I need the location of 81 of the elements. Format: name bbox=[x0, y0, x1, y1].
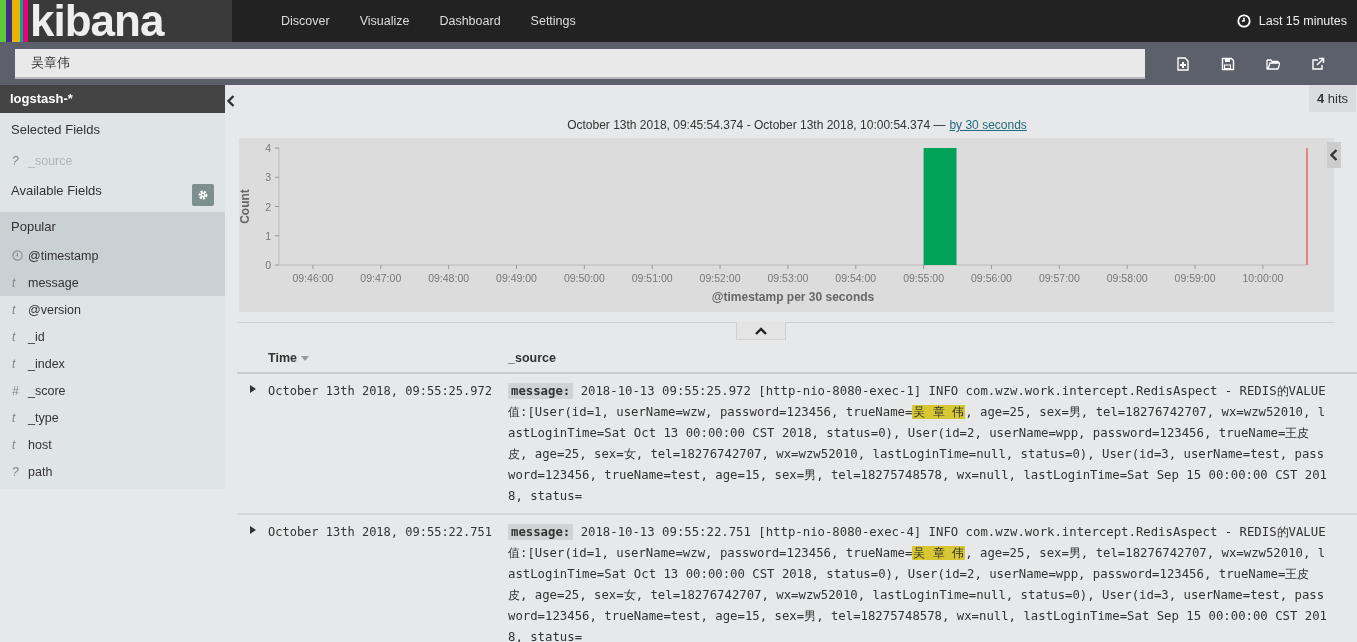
settings-button[interactable] bbox=[192, 184, 214, 206]
field-type-glyph: ? bbox=[12, 464, 20, 479]
x-axis-title: @timestamp per 30 seconds bbox=[711, 290, 875, 304]
field-type-glyph: t bbox=[12, 437, 17, 452]
section-title: Selected Fields bbox=[10, 121, 101, 139]
y-tick-label: 2 bbox=[265, 200, 271, 213]
x-tick-label: 09:57:00 bbox=[1038, 272, 1080, 284]
nav-link[interactable]: Visualize bbox=[344, 0, 425, 42]
x-tick-label: 09:55:00 bbox=[903, 272, 945, 284]
kibana-logo[interactable]: kibana bbox=[0, 0, 232, 42]
search-highlight: 吴 章 伟 bbox=[912, 546, 966, 560]
share-icon bbox=[1311, 56, 1325, 71]
y-tick-label: 4 bbox=[265, 142, 271, 154]
settings-icon bbox=[197, 189, 209, 201]
x-tick-label: 09:51:00 bbox=[631, 272, 673, 284]
x-tick-label: 09:54:00 bbox=[835, 272, 877, 284]
y-tick-label: 1 bbox=[265, 229, 271, 242]
field-item[interactable]: t _id bbox=[0, 323, 225, 350]
collapse-chart-button[interactable] bbox=[736, 322, 786, 340]
collapse-button[interactable] bbox=[1327, 142, 1341, 168]
search-field[interactable]: 吴章伟 bbox=[15, 48, 1145, 79]
sort-icon bbox=[300, 355, 309, 361]
column-header[interactable]: _source bbox=[508, 351, 1357, 365]
logo-stripes-icon bbox=[0, 0, 28, 42]
x-tick-label: 09:53:00 bbox=[767, 272, 809, 284]
folder-icon bbox=[1266, 56, 1280, 71]
interval-link[interactable]: by 30 seconds bbox=[949, 118, 1027, 132]
field-type-glyph: t bbox=[12, 302, 17, 317]
field-type-glyph: t bbox=[12, 410, 17, 425]
time-cell-text: October 13th 2018, 09:55:22.751 bbox=[268, 524, 493, 541]
time-picker[interactable]: Last 15 minutes bbox=[1236, 14, 1347, 28]
time-cell-text: October 13th 2018, 09:55:25.972 bbox=[268, 383, 493, 400]
source-cell-text: message: 2018-10-13 09:55:22.751 [http-nio-8080-exec-4] INFO com.wzw.work.intercept.RedisAspect - REDIS的VALUE值:[User(id=1, userName=wzw, password=123456, trueName=吴 章 伟, age=25, sex=男, tel=18276742707, wx=wzw52010, lastLoginTime=Sat Oct 13 00:00:00 CST 2018, status=0), User(id=2, userName=wpp, password=123456, trueName=王皮皮, age=25, sex=女, tel=18276742707, wx=wzw52010, lastLoginTime=null, status=0), User(id=3, userName=test, password=123456, trueName=test, age=15, sex=男, tel=18275748578, wx=null, lastLoginTime=Sat Sep 15 00:00:00 CST 2018, status= bbox=[508, 523, 1328, 642]
x-tick-label: 09:47:00 bbox=[360, 272, 402, 284]
field-type-glyph: t bbox=[12, 356, 17, 371]
chevron-icon bbox=[1330, 149, 1338, 161]
field-type-glyph: t bbox=[12, 275, 17, 290]
field-type-glyph: ? bbox=[12, 153, 20, 168]
x-tick-label: 09:49:00 bbox=[496, 272, 537, 284]
x-tick-label: 09:46:00 bbox=[292, 272, 334, 284]
field-label: message: bbox=[508, 524, 574, 540]
column-header[interactable]: Time bbox=[268, 351, 508, 365]
source-cell-text: message: 2018-10-13 09:55:25.972 [http-nio-8080-exec-1] INFO com.wzw.work.intercept.RedisAspect - REDIS的VALUE值:[User(id=1, userName=wzw, password=123456, trueName=吴 章 伟, age=25, sex=男, tel=18276742707, wx=wzw52010, lastLoginTime=Sat Oct 13 00:00:00 CST 2018, status=0), User(id=2, userName=wpp, password=123456, trueName=王皮皮, age=25, sex=女, tel=18276742707, wx=wzw52010, lastLoginTime=null, status=0), User(id=3, userName=test, password=123456, trueName=test, age=15, sex=男, tel=18275748578, wx=null, lastLoginTime=Sat Sep 15 00:00:00 CST 2018, status= bbox=[508, 382, 1328, 505]
field-item[interactable]: @timestamp bbox=[0, 242, 225, 269]
section-title: Popular bbox=[10, 218, 57, 236]
x-tick-label: 10:00:00 bbox=[1242, 272, 1284, 284]
field-item[interactable]: t host bbox=[0, 431, 225, 458]
field-item[interactable]: t _type bbox=[0, 404, 225, 431]
x-tick-label: 09:56:00 bbox=[971, 272, 1012, 284]
x-tick-label: 09:52:00 bbox=[699, 272, 741, 284]
caret-right-icon bbox=[249, 526, 256, 534]
field-type-glyph: # bbox=[12, 383, 20, 398]
field-item[interactable]: # _score bbox=[0, 377, 225, 404]
y-tick-label: 0 bbox=[265, 259, 271, 271]
chevron-icon bbox=[755, 326, 767, 335]
field-label: message: bbox=[508, 383, 574, 399]
collapse-icon[interactable] bbox=[227, 95, 235, 107]
save-icon bbox=[1221, 56, 1235, 71]
x-tick-label: 09:48:00 bbox=[428, 272, 470, 284]
nav-link[interactable]: Settings bbox=[515, 0, 591, 42]
new-document-icon bbox=[1176, 56, 1190, 71]
field-item[interactable]: t @version bbox=[0, 296, 225, 323]
index-pattern-title[interactable]: logstash-* bbox=[0, 85, 225, 113]
nav-link[interactable]: Dashboard bbox=[424, 0, 516, 42]
field-item[interactable]: ? path bbox=[0, 458, 225, 485]
x-tick-label: 09:58:00 bbox=[1106, 272, 1148, 284]
clock-icon bbox=[1236, 14, 1251, 28]
field-type-glyph: t bbox=[12, 329, 17, 344]
section-title: Available Fields bbox=[10, 182, 103, 200]
hits-count: 4 hits bbox=[1308, 85, 1356, 112]
x-tick-label: 09:59:00 bbox=[1174, 272, 1216, 284]
search-highlight: 吴 章 伟 bbox=[912, 405, 966, 419]
time-range-text: October 13th 2018, 09:45:54.374 - October 13th 2018, 10:00:54.374 — bbox=[567, 118, 946, 132]
clock-icon bbox=[12, 250, 23, 261]
x-tick-label: 09:50:00 bbox=[563, 272, 605, 284]
caret-right-icon bbox=[249, 385, 256, 393]
y-tick-label: 3 bbox=[265, 171, 271, 184]
field-item[interactable]: t message bbox=[0, 269, 225, 296]
y-axis-title: Count bbox=[239, 189, 252, 224]
field-item[interactable]: t _index bbox=[0, 350, 225, 377]
nav-link[interactable]: Discover bbox=[266, 0, 345, 42]
